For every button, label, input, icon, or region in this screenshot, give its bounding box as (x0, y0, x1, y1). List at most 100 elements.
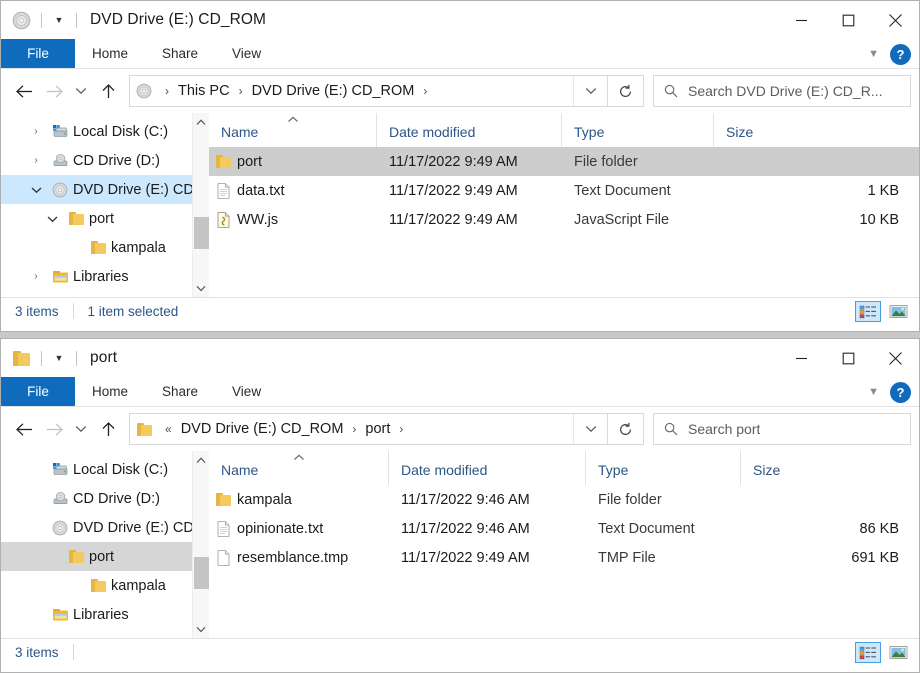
maximize-icon[interactable] (825, 339, 872, 377)
column-header-name[interactable]: Name (209, 451, 389, 485)
column-header-size[interactable]: Size (741, 451, 919, 485)
tree-item-dvd-drive-e[interactable]: DVD Drive (E:) CD_ (1, 175, 209, 204)
tree-item-dvd-drive-e[interactable]: DVD Drive (E:) CD_ (1, 513, 209, 542)
large-icons-view-icon[interactable] (885, 301, 911, 322)
tree-item-port[interactable]: port (1, 542, 209, 571)
forward-button[interactable] (39, 76, 69, 106)
address-bar[interactable]: « DVD Drive (E:) CD_ROM › port › (129, 413, 608, 445)
back-button[interactable] (9, 414, 39, 444)
status-selection (73, 644, 102, 660)
chevron-right-icon[interactable]: › (25, 155, 47, 166)
tree-item-port[interactable]: port (1, 204, 209, 233)
file-name-cell: kampala (209, 492, 389, 508)
column-header-type[interactable]: Type (562, 113, 714, 147)
navigation-pane: › Local Disk (C:) (1, 113, 209, 297)
tree-item-libraries[interactable]: Libraries (1, 600, 209, 629)
tab-file[interactable]: File (1, 377, 75, 406)
column-label: Size (714, 124, 753, 140)
chevron-right-icon[interactable]: › (25, 271, 47, 282)
recent-locations-button[interactable] (69, 76, 93, 106)
chevron-down-icon[interactable]: ▼ (51, 350, 67, 366)
close-icon[interactable] (872, 1, 919, 39)
scroll-down-arrow-icon[interactable] (193, 279, 209, 297)
table-row[interactable]: resemblance.tmp 11/17/2022 9:49 AM TMP F… (209, 543, 919, 572)
chevron-down-icon[interactable]: ▼ (51, 12, 67, 28)
quick-access-toolbar[interactable]: ▼ (1, 9, 86, 31)
column-header-date-modified[interactable]: Date modified (377, 113, 562, 147)
navigation-pane-scrollbar[interactable] (192, 451, 209, 638)
search-box[interactable]: Search port (653, 413, 911, 445)
search-box[interactable]: Search DVD Drive (E:) CD_R... (653, 75, 911, 107)
scrollbar-thumb[interactable] (194, 217, 209, 249)
folder-icon (85, 241, 111, 254)
explorer-window-port: ▼ port File Home Share View (0, 338, 920, 673)
tree-item-label: kampala (111, 240, 166, 256)
back-button[interactable] (9, 76, 39, 106)
address-dropdown-chevron-icon[interactable] (573, 414, 607, 444)
address-bar[interactable]: › This PC › DVD Drive (E:) CD_ROM › (129, 75, 608, 107)
up-button[interactable] (93, 76, 123, 106)
title-bar[interactable]: ▼ port (1, 339, 919, 377)
tree-item-kampala[interactable]: kampala (1, 571, 209, 600)
chevron-down-icon[interactable] (41, 215, 63, 223)
scroll-down-arrow-icon[interactable] (193, 620, 209, 638)
folder-icon (10, 347, 32, 369)
column-header-type[interactable]: Type (586, 451, 741, 485)
scrollbar-thumb[interactable] (194, 557, 209, 589)
scroll-up-arrow-icon[interactable] (193, 451, 209, 469)
chevron-down-icon[interactable] (25, 186, 47, 194)
chevron-right-icon[interactable]: › (25, 126, 47, 137)
search-input[interactable]: Search port (688, 421, 760, 437)
breadcrumb-item-dvd-drive[interactable]: DVD Drive (E:) CD_ROM (179, 421, 346, 437)
help-button[interactable]: ? (890, 44, 911, 65)
tab-file[interactable]: File (1, 39, 75, 68)
column-header-size[interactable]: Size (714, 113, 919, 147)
recent-locations-button[interactable] (69, 414, 93, 444)
table-row[interactable]: opinionate.txt 11/17/2022 9:46 AM Text D… (209, 514, 919, 543)
close-icon[interactable] (872, 339, 919, 377)
details-view-icon[interactable] (855, 301, 881, 322)
help-button[interactable]: ? (890, 382, 911, 403)
expand-ribbon-chevron-icon[interactable]: ▼ (868, 386, 879, 398)
expand-ribbon-chevron-icon[interactable]: ▼ (868, 48, 879, 60)
table-row[interactable]: kampala 11/17/2022 9:46 AM File folder (209, 485, 919, 514)
up-button[interactable] (93, 414, 123, 444)
navigation-pane-scrollbar[interactable] (192, 113, 209, 297)
breadcrumb: › This PC › DVD Drive (E:) CD_ROM › (158, 83, 573, 99)
quick-access-toolbar[interactable]: ▼ (1, 347, 86, 369)
large-icons-view-icon[interactable] (885, 642, 911, 663)
tree-item-local-disk-c[interactable]: Local Disk (C:) (1, 455, 209, 484)
table-row[interactable]: WW.js 11/17/2022 9:49 AM JavaScript File… (209, 205, 919, 234)
tab-share[interactable]: Share (145, 377, 215, 406)
forward-button[interactable] (39, 414, 69, 444)
refresh-button[interactable] (608, 413, 644, 445)
tree-item-cd-drive-d[interactable]: CD Drive (D:) (1, 484, 209, 513)
address-dropdown-chevron-icon[interactable] (573, 76, 607, 106)
maximize-icon[interactable] (825, 1, 872, 39)
tree-item-kampala[interactable]: kampala (1, 233, 209, 262)
minimize-icon[interactable] (778, 1, 825, 39)
table-row[interactable]: data.txt 11/17/2022 9:49 AM Text Documen… (209, 176, 919, 205)
table-row[interactable]: port 11/17/2022 9:49 AM File folder (209, 147, 919, 176)
refresh-button[interactable] (608, 75, 644, 107)
tab-home[interactable]: Home (75, 377, 145, 406)
scroll-up-arrow-icon[interactable] (193, 113, 209, 131)
column-header-date-modified[interactable]: Date modified (389, 451, 586, 485)
desktop-background: ▼ DVD Drive (E:) CD_ROM File Home Share … (0, 0, 920, 673)
breadcrumb-item-this-pc[interactable]: This PC (176, 83, 232, 99)
tab-view[interactable]: View (215, 39, 278, 68)
breadcrumb-item-dvd-drive[interactable]: DVD Drive (E:) CD_ROM (250, 83, 417, 99)
breadcrumb-item-port[interactable]: port (363, 421, 392, 437)
search-input[interactable]: Search DVD Drive (E:) CD_R... (688, 83, 882, 99)
tree-item-cd-drive-d[interactable]: › CD Drive (D:) (1, 146, 209, 175)
breadcrumb-overflow-icon[interactable]: « (158, 422, 179, 436)
tab-view[interactable]: View (215, 377, 278, 406)
details-view-icon[interactable] (855, 642, 881, 663)
tree-item-libraries[interactable]: › Libraries (1, 262, 209, 291)
tree-item-local-disk-c[interactable]: › Local Disk (C:) (1, 117, 209, 146)
minimize-icon[interactable] (778, 339, 825, 377)
column-header-name[interactable]: Name (209, 113, 377, 147)
tab-home[interactable]: Home (75, 39, 145, 68)
title-bar[interactable]: ▼ DVD Drive (E:) CD_ROM (1, 1, 919, 39)
tab-share[interactable]: Share (145, 39, 215, 68)
